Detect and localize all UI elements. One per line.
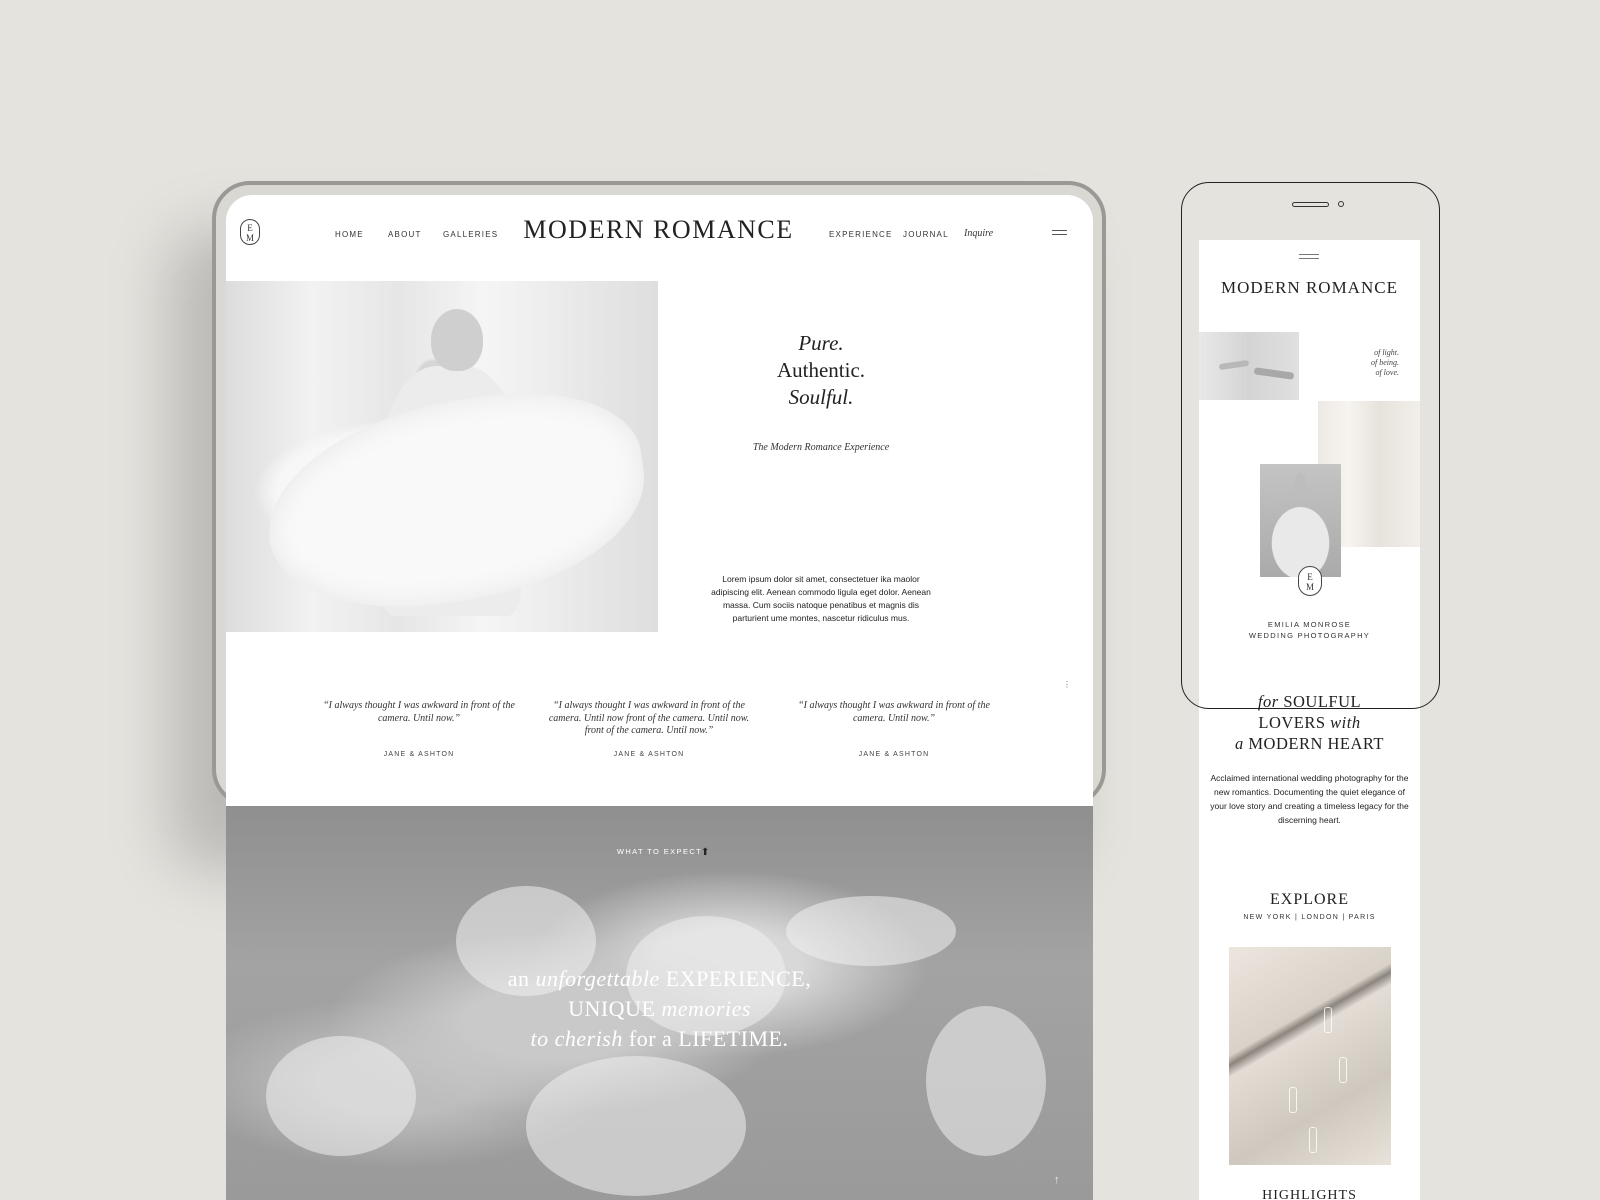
headline-authentic: Authentic. xyxy=(776,358,866,382)
testimonial-quote: “I always thought I was awkward in front… xyxy=(323,700,515,724)
cursor-icon: ⬆ xyxy=(701,847,710,858)
monogram-logo-icon[interactable]: EM xyxy=(240,219,260,245)
slider-dots-icon[interactable]: ⋮ xyxy=(1063,680,1071,689)
headline-soulful: Soulful. xyxy=(788,385,854,409)
soulful-italic: a xyxy=(1234,734,1244,753)
expect-text: EXPERIENCE, xyxy=(659,966,812,991)
expect-text-italic: to cherish xyxy=(530,1026,623,1051)
scroll-up-arrow-icon[interactable]: ↑ xyxy=(1054,1174,1060,1186)
hero-headline: Pure. Authentic. Soulful. xyxy=(696,330,946,411)
hamburger-menu-icon[interactable] xyxy=(1052,230,1067,235)
soulful-italic: with xyxy=(1330,713,1361,732)
expect-line-1: an unforgettable EXPERIENCE, xyxy=(226,966,1093,992)
expect-text-italic: unforgettable xyxy=(535,966,660,991)
phone-speaker xyxy=(1292,202,1329,207)
testimonial-2: “I always thought I was awkward in front… xyxy=(544,700,754,758)
what-to-expect-label: WHAT TO EXPECT xyxy=(616,847,703,856)
expect-line-2: UNIQUE memories xyxy=(226,996,1093,1022)
about-description: Acclaimed international wedding photogra… xyxy=(1210,773,1409,825)
nav-galleries-link[interactable]: GALLERIES xyxy=(443,230,498,239)
nav-about-link[interactable]: ABOUT xyxy=(388,230,422,239)
hero-subline: The Modern Romance Experience xyxy=(752,442,890,453)
testimonial-name: JANE & ASHTON xyxy=(613,751,685,758)
nav-home-link[interactable]: HOME xyxy=(335,230,364,239)
hero-body-text: Lorem ipsum dolor sit amet, consectetuer… xyxy=(711,574,931,623)
testimonial-name: JANE & ASHTON xyxy=(383,751,455,758)
what-to-expect-section: WHAT TO EXPECT ⬆ an unforgettable EXPERI… xyxy=(226,806,1093,1200)
testimonial-name: JANE & ASHTON xyxy=(858,751,930,758)
testimonial-quote: “I always thought I was awkward in front… xyxy=(798,700,990,724)
explore-heading: EXPLORE xyxy=(1270,891,1349,908)
testimonial-1: “I always thought I was awkward in front… xyxy=(314,700,524,758)
phone-frame xyxy=(1181,182,1440,709)
phone-camera xyxy=(1338,201,1344,207)
nav-journal-link[interactable]: JOURNAL xyxy=(903,230,949,239)
expect-text-italic: memories xyxy=(661,996,751,1021)
table-setting-photo xyxy=(1229,947,1391,1165)
explore-cities: NEW YORK | LONDON | PARIS xyxy=(1243,914,1376,921)
soulful-text: MODERN HEART xyxy=(1243,734,1384,753)
tablet-screen: EM HOME ABOUT GALLERIES MODERN ROMANCE E… xyxy=(226,195,1093,1200)
testimonial-quote: “I always thought I was awkward in front… xyxy=(548,700,750,736)
tablet-header: EM HOME ABOUT GALLERIES MODERN ROMANCE E… xyxy=(226,195,1093,265)
site-title[interactable]: MODERN ROMANCE xyxy=(521,215,796,245)
testimonial-3: “I always thought I was awkward in front… xyxy=(789,700,999,758)
nav-inquire-link[interactable]: Inquire xyxy=(964,228,993,239)
nav-experience-link[interactable]: EXPERIENCE xyxy=(829,230,893,239)
headline-pure: Pure. xyxy=(798,331,844,355)
highlights-heading: HIGHLIGHTS xyxy=(1262,1188,1357,1200)
expect-text: an xyxy=(507,966,536,991)
hero-bride-photo xyxy=(226,281,659,632)
expect-line-3: to cherish for a LIFETIME. xyxy=(226,1026,1093,1052)
expect-text: for a LIFETIME. xyxy=(622,1026,789,1051)
expect-text: UNIQUE xyxy=(568,996,662,1021)
soulful-text: LOVERS xyxy=(1258,713,1331,732)
